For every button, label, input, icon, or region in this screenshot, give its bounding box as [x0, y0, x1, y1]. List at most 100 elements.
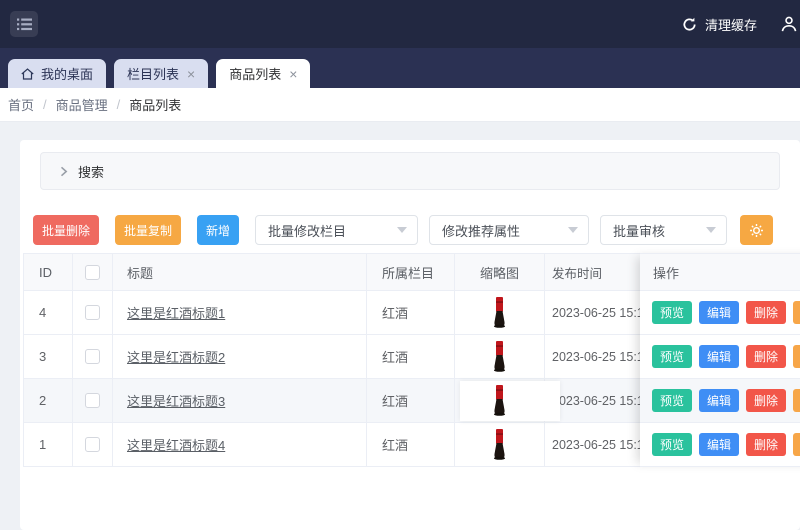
cell-category: 红酒 — [382, 391, 408, 410]
top-bar: 清理缓存 — [0, 0, 800, 48]
search-collapse-panel[interactable]: 搜索 — [40, 152, 780, 190]
cell-category: 红酒 — [382, 303, 408, 322]
open-tabs-bar: 我的桌面 栏目列表 × 商品列表 × — [0, 48, 800, 88]
user-account-button[interactable] — [780, 15, 798, 33]
copy-button[interactable]: 复制 — [793, 345, 800, 368]
delete-button[interactable]: 删除 — [746, 389, 786, 412]
batch-copy-button[interactable]: 批量复制 — [115, 215, 181, 245]
copy-button[interactable]: 复制 — [793, 389, 800, 412]
product-title-link[interactable]: 这里是红酒标题1 — [127, 303, 225, 322]
delete-button[interactable]: 删除 — [746, 433, 786, 456]
preview-button[interactable]: 预览 — [652, 389, 692, 412]
select-value: 批量修改栏目 — [268, 221, 346, 240]
batch-toolbar: 批量删除 批量复制 新增 批量修改栏目 修改推荐属性 批量审核 — [33, 215, 800, 245]
clear-cache-label: 清理缓存 — [705, 15, 757, 34]
actions-header-label: 操作 — [653, 263, 679, 282]
breadcrumb-separator: / — [43, 97, 47, 112]
wine-bottle-thumbnail[interactable] — [492, 341, 507, 372]
row-checkbox[interactable] — [85, 349, 100, 364]
col-header-title: 标题 — [127, 263, 153, 282]
delete-button[interactable]: 删除 — [746, 301, 786, 324]
edit-button[interactable]: 编辑 — [699, 301, 739, 324]
gear-icon — [749, 223, 764, 238]
edit-button[interactable]: 编辑 — [699, 389, 739, 412]
breadcrumb: 首页 / 商品管理 / 商品列表 — [0, 88, 800, 122]
row-checkbox[interactable] — [85, 305, 100, 320]
topbar-right: 清理缓存 — [682, 15, 798, 34]
col-header-publish-time: 发布时间 — [552, 263, 602, 282]
wine-bottle-thumbnail[interactable] — [492, 385, 507, 416]
person-icon — [780, 15, 798, 33]
search-panel-label: 搜索 — [78, 162, 104, 181]
row-actions: 预览 编辑 删除 复制 — [640, 291, 800, 335]
home-icon — [21, 68, 34, 80]
cell-id: 3 — [39, 349, 46, 364]
col-header-actions: 操作 — [640, 253, 800, 291]
select-value: 修改推荐属性 — [442, 221, 520, 240]
tab-my-desktop[interactable]: 我的桌面 — [8, 59, 106, 88]
cell-publish-time: 2023-06-25 15:1 — [552, 438, 644, 452]
close-icon[interactable]: × — [187, 67, 195, 81]
row-checkbox[interactable] — [85, 437, 100, 452]
tab-column-list[interactable]: 栏目列表 × — [114, 59, 208, 88]
preview-button[interactable]: 预览 — [652, 301, 692, 324]
breadcrumb-product-manage[interactable]: 商品管理 — [56, 95, 108, 114]
cell-publish-time: 2023-06-25 15:1 — [552, 394, 644, 408]
column-settings-button[interactable] — [740, 215, 773, 245]
sidebar-toggle-button[interactable] — [10, 11, 38, 37]
row-checkbox[interactable] — [85, 393, 100, 408]
wine-bottle-thumbnail[interactable] — [492, 429, 507, 460]
product-list-card: 搜索 批量删除 批量复制 新增 批量修改栏目 修改推荐属性 批量审核 — [20, 140, 800, 530]
page-content: 搜索 批量删除 批量复制 新增 批量修改栏目 修改推荐属性 批量审核 — [0, 122, 800, 530]
product-title-link[interactable]: 这里是红酒标题3 — [127, 391, 225, 410]
batch-audit-select[interactable]: 批量审核 — [600, 215, 727, 245]
tab-label: 栏目列表 — [127, 64, 179, 83]
edit-button[interactable]: 编辑 — [699, 433, 739, 456]
chevron-down-icon — [706, 227, 716, 233]
cell-id: 2 — [39, 393, 46, 408]
select-value: 批量审核 — [613, 221, 665, 240]
tab-label: 商品列表 — [229, 64, 281, 83]
preview-button[interactable]: 预览 — [652, 345, 692, 368]
cell-category: 红酒 — [382, 347, 408, 366]
delete-button[interactable]: 删除 — [746, 345, 786, 368]
add-new-button[interactable]: 新增 — [197, 215, 239, 245]
col-header-id: ID — [39, 265, 52, 280]
change-recommend-attr-select[interactable]: 修改推荐属性 — [429, 215, 589, 245]
batch-delete-button[interactable]: 批量删除 — [33, 215, 99, 245]
chevron-down-icon — [568, 227, 578, 233]
cell-id: 4 — [39, 305, 46, 320]
cell-publish-time: 2023-06-25 15:1 — [552, 306, 644, 320]
tab-label: 我的桌面 — [41, 64, 93, 83]
select-all-checkbox[interactable] — [85, 265, 100, 280]
chevron-down-icon — [397, 227, 407, 233]
row-actions-hovered: 预览 编辑 删除 复制 — [640, 379, 800, 423]
row-actions: 预览 编辑 删除 复制 — [640, 423, 800, 467]
row-actions: 预览 编辑 删除 复制 — [640, 335, 800, 379]
menu-list-icon — [17, 18, 32, 31]
clear-cache-button[interactable]: 清理缓存 — [682, 15, 757, 34]
copy-button[interactable]: 复制 — [793, 301, 800, 324]
close-icon[interactable]: × — [289, 67, 297, 81]
product-table: ID 标题 所属栏目 缩略图 发布时间 4 这里是红酒标题1 红酒 — [23, 253, 800, 467]
breadcrumb-separator: / — [117, 97, 121, 112]
cell-publish-time: 2023-06-25 15:1 — [552, 350, 644, 364]
edit-button[interactable]: 编辑 — [699, 345, 739, 368]
breadcrumb-home[interactable]: 首页 — [8, 95, 34, 114]
tab-product-list[interactable]: 商品列表 × — [216, 59, 310, 88]
thumbnail-white-background — [460, 381, 560, 421]
product-title-link[interactable]: 这里是红酒标题2 — [127, 347, 225, 366]
wine-bottle-thumbnail[interactable] — [492, 297, 507, 328]
cell-category: 红酒 — [382, 435, 408, 454]
product-title-link[interactable]: 这里是红酒标题4 — [127, 435, 225, 454]
cell-id: 1 — [39, 437, 46, 452]
fixed-actions-column: 操作 预览 编辑 删除 复制 预览 编辑 删除 复制 预览 编辑 删除 — [640, 253, 800, 467]
refresh-icon — [682, 17, 697, 32]
breadcrumb-current: 商品列表 — [129, 95, 181, 114]
preview-button[interactable]: 预览 — [652, 433, 692, 456]
chevron-right-icon — [60, 166, 68, 177]
col-header-category: 所属栏目 — [382, 263, 434, 282]
batch-change-category-select[interactable]: 批量修改栏目 — [255, 215, 418, 245]
col-header-thumbnail: 缩略图 — [480, 263, 519, 282]
copy-button[interactable]: 复制 — [793, 433, 800, 456]
